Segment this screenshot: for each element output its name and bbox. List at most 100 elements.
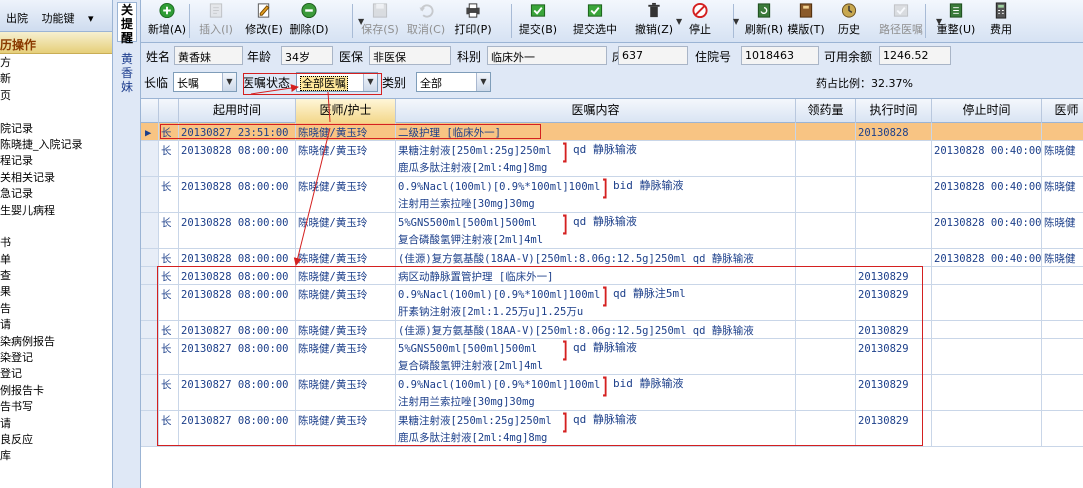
sidebar-item[interactable]: 急记录 — [0, 186, 112, 202]
sidebar-item[interactable]: 程记录 — [0, 153, 112, 169]
chevron-down-icon[interactable]: ▼ — [358, 17, 364, 26]
sidebar-item[interactable]: 方 — [0, 55, 112, 71]
chevron-down-icon[interactable]: ▼ — [476, 73, 490, 91]
chevron-down-icon[interactable]: ▼ — [363, 73, 377, 91]
toolbar-button-label: 删除(D) — [289, 23, 329, 36]
sidebar-item[interactable]: 请 — [0, 317, 112, 333]
toolbar-button-revoke[interactable]: 撤销(Z) — [631, 2, 677, 42]
order-row[interactable]: 长 20130827 08:00:00 陈晓健/黄玉玲 5%GNS500ml[500m… — [141, 339, 1083, 375]
category-select[interactable]: 全部 ▼ — [416, 72, 491, 92]
column-header[interactable]: 起用时间 — [179, 99, 296, 123]
sidebar-item[interactable]: 登记 — [0, 366, 112, 382]
column-header[interactable]: 医师 — [1042, 99, 1083, 123]
sidebar-item[interactable]: 告 — [0, 301, 112, 317]
group-bracket: ] — [601, 177, 610, 202]
undo-icon — [417, 2, 435, 19]
toolbar-button-submit[interactable]: 提交(B) — [515, 2, 561, 42]
toolbar-button-template[interactable]: 模版(T) — [786, 2, 826, 42]
chevron-down-icon[interactable]: ▼ — [222, 73, 236, 91]
dispense-qty-cell — [796, 141, 856, 176]
toolbar-button-submit-selected[interactable]: 提交选中 — [565, 2, 625, 42]
sidebar-top-bar: 出院 功能键 ▾ — [0, 0, 112, 32]
toolbar-button-refresh[interactable]: 刷新(R) — [741, 2, 787, 42]
order-row[interactable]: 长 20130827 08:00:00 陈晓健/黄玉玲 (佳源)复方氨基酸(18AA-… — [141, 321, 1083, 339]
sidebar-item[interactable]: 关相关记录 — [0, 170, 112, 186]
stop-doctor-cell: 陈晓健 — [1042, 213, 1083, 248]
sidebar-item[interactable]: 例报告卡 — [0, 383, 112, 399]
sidebar-item[interactable]: 查 — [0, 268, 112, 284]
sidebar-item[interactable]: 良反应 — [0, 432, 112, 448]
sidebar-item[interactable]: 页 — [0, 88, 112, 104]
tab-reminder[interactable]: 关提醒 — [117, 2, 137, 45]
order-row[interactable]: ▶ 长 20130827 23:51:00 陈晓健/黄玉玲 二级护理 [临床外一] 201… — [141, 123, 1083, 141]
column-header[interactable]: 停止时间 — [932, 99, 1042, 123]
chevron-down-icon[interactable]: ▼ — [936, 17, 942, 26]
order-content-cell: 果糖注射液[250ml:25g]250ml 鹿瓜多肽注射液[2ml:4mg]8mg… — [396, 411, 796, 446]
order-row[interactable]: 长 20130828 08:00:00 陈晓健/黄玉玲 病区动静脉置管护理 [临床外一… — [141, 267, 1083, 285]
order-type-select[interactable]: 长嘱 ▼ — [173, 72, 237, 92]
sidebar-item[interactable]: 染登记 — [0, 350, 112, 366]
toolbar-button-edit[interactable]: 修改(E) — [242, 2, 286, 42]
order-content-cell: (佳源)复方氨基酸(18AA-V)[250ml:8.06g:12.5g]250m… — [396, 321, 796, 338]
drug-line: 肝素钠注射液[2ml:1.25万u]1.25万u — [398, 306, 584, 318]
sidebar-list: 方新页院记录 陈晓捷_入院记录 程记录 关相关记录 急记录 生婴儿病程书单查果告请染病例报… — [0, 54, 112, 465]
column-header[interactable]: 医嘱内容 — [396, 99, 796, 123]
chevron-down-icon[interactable]: ▼ — [733, 17, 739, 26]
chevron-down-icon[interactable]: ▾ — [88, 12, 94, 25]
toolbar-button-undo[interactable]: 取消(C) — [404, 2, 448, 42]
order-row[interactable]: 长 20130828 08:00:00 陈晓健/黄玉玲 0.9%Nacl(100ml)… — [141, 285, 1083, 321]
sidebar-item[interactable]: 书 — [0, 235, 112, 251]
toolbar-button-pathway[interactable]: 路径医嘱 — [871, 2, 931, 42]
order-content-cell: 病区动静脉置管护理 [临床外一] — [396, 267, 796, 284]
sidebar-item[interactable]: 新 — [0, 71, 112, 87]
toolbar-button-label: 历史 — [838, 23, 860, 36]
sidebar-item[interactable]: 单 — [0, 252, 112, 268]
toolbar-button-add[interactable]: 新增(A) — [145, 2, 189, 42]
column-header[interactable] — [159, 99, 179, 123]
tab-patient-name[interactable]: 黄香妹 — [117, 52, 137, 94]
function-key-menu[interactable]: 功能键 — [42, 12, 75, 25]
patient-info-row: 姓名 黄香妹 年龄 34岁 医保 非医保 科别 临床外一 床号 637 住院号 … — [141, 44, 1083, 68]
sidebar-item[interactable]: 果 — [0, 284, 112, 300]
order-row[interactable]: 长 20130828 08:00:00 陈晓健/黄玉玲 果糖注射液[250ml:25g… — [141, 141, 1083, 177]
sidebar-item[interactable]: 告书写 — [0, 399, 112, 415]
sidebar-item[interactable]: 染病例报告 — [0, 334, 112, 350]
doctor-nurse-cell: 陈晓健/黄玉玲 — [296, 321, 396, 338]
toolbar-button-print[interactable]: 打印(P) — [448, 2, 498, 42]
order-row[interactable]: 长 20130827 08:00:00 陈晓健/黄玉玲 0.9%Nacl(100ml)… — [141, 375, 1083, 411]
print-icon — [464, 2, 482, 19]
toolbar-button-fee[interactable]: 费用 — [981, 2, 1021, 42]
column-header[interactable]: 执行时间 — [856, 99, 932, 123]
submit-icon — [529, 2, 547, 19]
doctor-nurse-cell: 陈晓健/黄玉玲 — [296, 267, 396, 284]
toolbar-separator — [511, 4, 512, 38]
row-indicator — [141, 375, 159, 410]
sidebar-item[interactable]: 库 — [0, 448, 112, 464]
column-header[interactable] — [141, 99, 159, 123]
sidebar-item[interactable] — [0, 219, 112, 235]
column-header[interactable]: 领药量 — [796, 99, 856, 123]
drug-line: 0.9%Nacl(100ml)[0.9%*100ml]100ml — [398, 289, 601, 301]
toolbar-button-stop[interactable]: 停止 — [679, 2, 721, 42]
order-row[interactable]: 长 20130828 08:00:00 陈晓健/黄玉玲 (佳源)复方氨基酸(18AA-… — [141, 249, 1083, 267]
order-status-select[interactable]: 全部医嘱 ▼ — [296, 72, 378, 92]
chevron-down-icon[interactable]: ▼ — [676, 17, 682, 26]
sidebar-item[interactable] — [0, 104, 112, 120]
toolbar-button-history[interactable]: 历史 — [829, 2, 869, 42]
group-bracket: ] — [561, 411, 570, 436]
toolbar-button-insert[interactable]: 插入(I) — [191, 2, 241, 42]
exec-time-cell: 20130829 — [856, 375, 932, 410]
discharge-menu[interactable]: 出院 — [6, 12, 28, 25]
order-row[interactable]: 长 20130828 08:00:00 陈晓健/黄玉玲 5%GNS500ml[500m… — [141, 213, 1083, 249]
sidebar-item[interactable]: 生婴儿病程 — [0, 203, 112, 219]
start-time-cell: 20130828 08:00:00 — [179, 141, 296, 176]
toolbar-button-delete[interactable]: 删除(D) — [287, 2, 331, 42]
sidebar-item[interactable]: 陈晓捷_入院记录 — [0, 137, 112, 153]
column-header[interactable]: 医师/护士 — [296, 99, 396, 123]
sidebar-item[interactable]: 请 — [0, 416, 112, 432]
sidebar-item[interactable]: 院记录 — [0, 121, 112, 137]
order-row[interactable]: 长 20130828 08:00:00 陈晓健/黄玉玲 0.9%Nacl(100ml)… — [141, 177, 1083, 213]
exec-time-cell — [856, 141, 932, 176]
row-indicator — [141, 285, 159, 320]
order-row[interactable]: 长 20130827 08:00:00 陈晓健/黄玉玲 果糖注射液[250ml:25g… — [141, 411, 1083, 447]
